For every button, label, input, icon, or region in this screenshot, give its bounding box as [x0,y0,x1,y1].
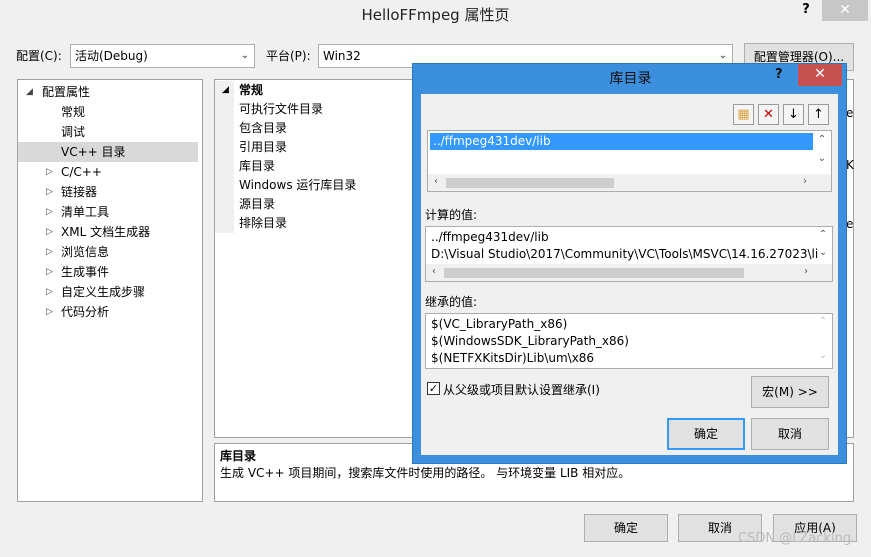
inherit-checkbox-label: 从父级或项目默认设置继承(I) [443,383,600,397]
scroll-right-icon: › [803,176,807,187]
platform-select-value: Win32 [323,49,361,63]
prop-row[interactable]: 排除目录 [215,214,415,233]
collapsed-triangle-icon: ▷ [46,187,53,197]
description-title: 库目录 [220,449,257,463]
collapsed-triangle-icon: ▷ [46,207,53,217]
collapsed-triangle-icon: ▷ [46,247,53,257]
prop-row[interactable]: 引用目录 [215,138,415,157]
tree-item-custom-build[interactable]: ▷ 自定义生成步骤 [18,282,198,302]
dialog-body: ▦ ✕ ↓ ↑ ../ffmpeg431dev/lib ⌃ ⌄ ‹ › 计算的值… [421,94,838,455]
prop-row[interactable]: 包含目录 [215,119,415,138]
tree-item-general[interactable]: 常规 [18,102,198,122]
scroll-down-icon[interactable]: ⌄ [816,247,830,258]
chevron-down-icon: ⌄ [240,50,250,61]
category-row[interactable]: ◢ 常规 [215,81,415,100]
window-title: HelloFFmpeg 属性页 [361,6,510,24]
config-select-value: 活动(Debug) [75,49,148,63]
partial-value-text: e [846,106,854,120]
computed-values-box: ../ffmpeg431dev/lib D:\Visual Studio\201… [425,226,833,282]
tree-root[interactable]: ◢ 配置属性 [18,82,198,102]
dialog-close-button[interactable]: ✕ [798,64,842,86]
scrollbar-thumb[interactable] [444,268,744,278]
scroll-up-icon[interactable]: ⌃ [816,229,830,240]
macros-button[interactable]: 宏(M) >> [751,376,829,408]
tree-item-code-analysis[interactable]: ▷ 代码分析 [18,302,198,322]
dialog-ok-button[interactable]: 确定 [667,418,745,450]
horizontal-scrollbar[interactable]: ‹ › [426,264,832,281]
dialog-title: 库目录 [609,71,652,87]
move-down-icon[interactable]: ↓ [783,104,804,125]
config-label: 配置(C): [16,49,62,63]
scrollbar-thumb[interactable] [446,178,614,188]
tree-item-xml-doc[interactable]: ▷ XML 文档生成器 [18,222,198,242]
help-button[interactable]: ? [796,0,816,21]
ok-button[interactable]: 确定 [584,514,668,542]
collapsed-triangle-icon: ▷ [46,307,53,317]
tree-item-debugging[interactable]: 调试 [18,122,198,142]
expanded-triangle-icon: ◢ [222,85,229,95]
tree-item-vc-directories[interactable]: VC++ 目录 [18,142,198,162]
scroll-down-icon[interactable]: ⌄ [816,350,830,361]
tree-item-browse-info[interactable]: ▷ 浏览信息 [18,242,198,262]
collapsed-triangle-icon: ▷ [46,227,53,237]
scroll-left-icon: ‹ [432,266,436,277]
horizontal-scrollbar[interactable]: ‹ › [428,174,831,191]
partial-value-text: K [846,158,854,172]
directory-list[interactable]: ../ffmpeg431dev/lib ⌃ ⌄ ‹ › [427,130,832,192]
move-up-icon[interactable]: ↑ [808,104,829,125]
expanded-triangle-icon: ◢ [26,87,33,97]
collapsed-triangle-icon: ▷ [46,287,53,297]
scroll-up-icon[interactable]: ⌃ [815,134,829,145]
inherit-checkbox[interactable]: ✓ [427,382,440,395]
collapsed-triangle-icon: ▷ [46,267,53,277]
prop-row-library-dirs[interactable]: 库目录 [215,157,415,176]
scroll-down-icon[interactable]: ⌄ [815,153,829,164]
partial-value-text: e [846,217,854,231]
scroll-right-icon: › [804,266,808,277]
watermark: CSDN @LZacking. [738,531,856,546]
tree-item-cpp[interactable]: ▷ C/C++ [18,162,198,182]
property-tree: ◢ 配置属性 常规 调试 VC++ 目录 ▷ C/C++ ▷ 链接器 ▷ 清单工… [17,79,203,502]
scroll-left-icon: ‹ [434,176,438,187]
library-directories-dialog: 库目录 ? ✕ ▦ ✕ ↓ ↑ ../ffmpeg431dev/lib ⌃ ⌄ … [412,63,847,464]
prop-row[interactable]: Windows 运行库目录 [215,176,415,195]
prop-row[interactable]: 可执行文件目录 [215,100,415,119]
dialog-help-button[interactable]: ? [775,67,783,82]
dialog-cancel-button[interactable]: 取消 [751,418,829,450]
tree-item-linker[interactable]: ▷ 链接器 [18,182,198,202]
close-button[interactable]: ✕ [822,0,868,21]
platform-label: 平台(P): [266,49,311,63]
list-item-selected[interactable]: ../ffmpeg431dev/lib [430,133,813,150]
delete-icon[interactable]: ✕ [758,104,779,125]
computed-label: 计算的值: [425,208,478,222]
tree-item-build-events[interactable]: ▷ 生成事件 [18,262,198,282]
tree-item-manifest-tool[interactable]: ▷ 清单工具 [18,202,198,222]
inherited-values-box: $(VC_LibraryPath_x86) $(WindowsSDK_Libra… [425,313,833,369]
new-line-icon[interactable]: ▦ [733,104,754,125]
inherited-label: 继承的值: [425,295,478,309]
prop-row[interactable]: 源目录 [215,195,415,214]
description-text: 生成 VC++ 项目期间，搜索库文件时使用的路径。 与环境变量 LIB 相对应。 [220,466,631,480]
config-select[interactable]: 活动(Debug) ⌄ [70,44,255,68]
collapsed-triangle-icon: ▷ [46,167,53,177]
scroll-up-icon[interactable]: ⌃ [816,316,830,327]
